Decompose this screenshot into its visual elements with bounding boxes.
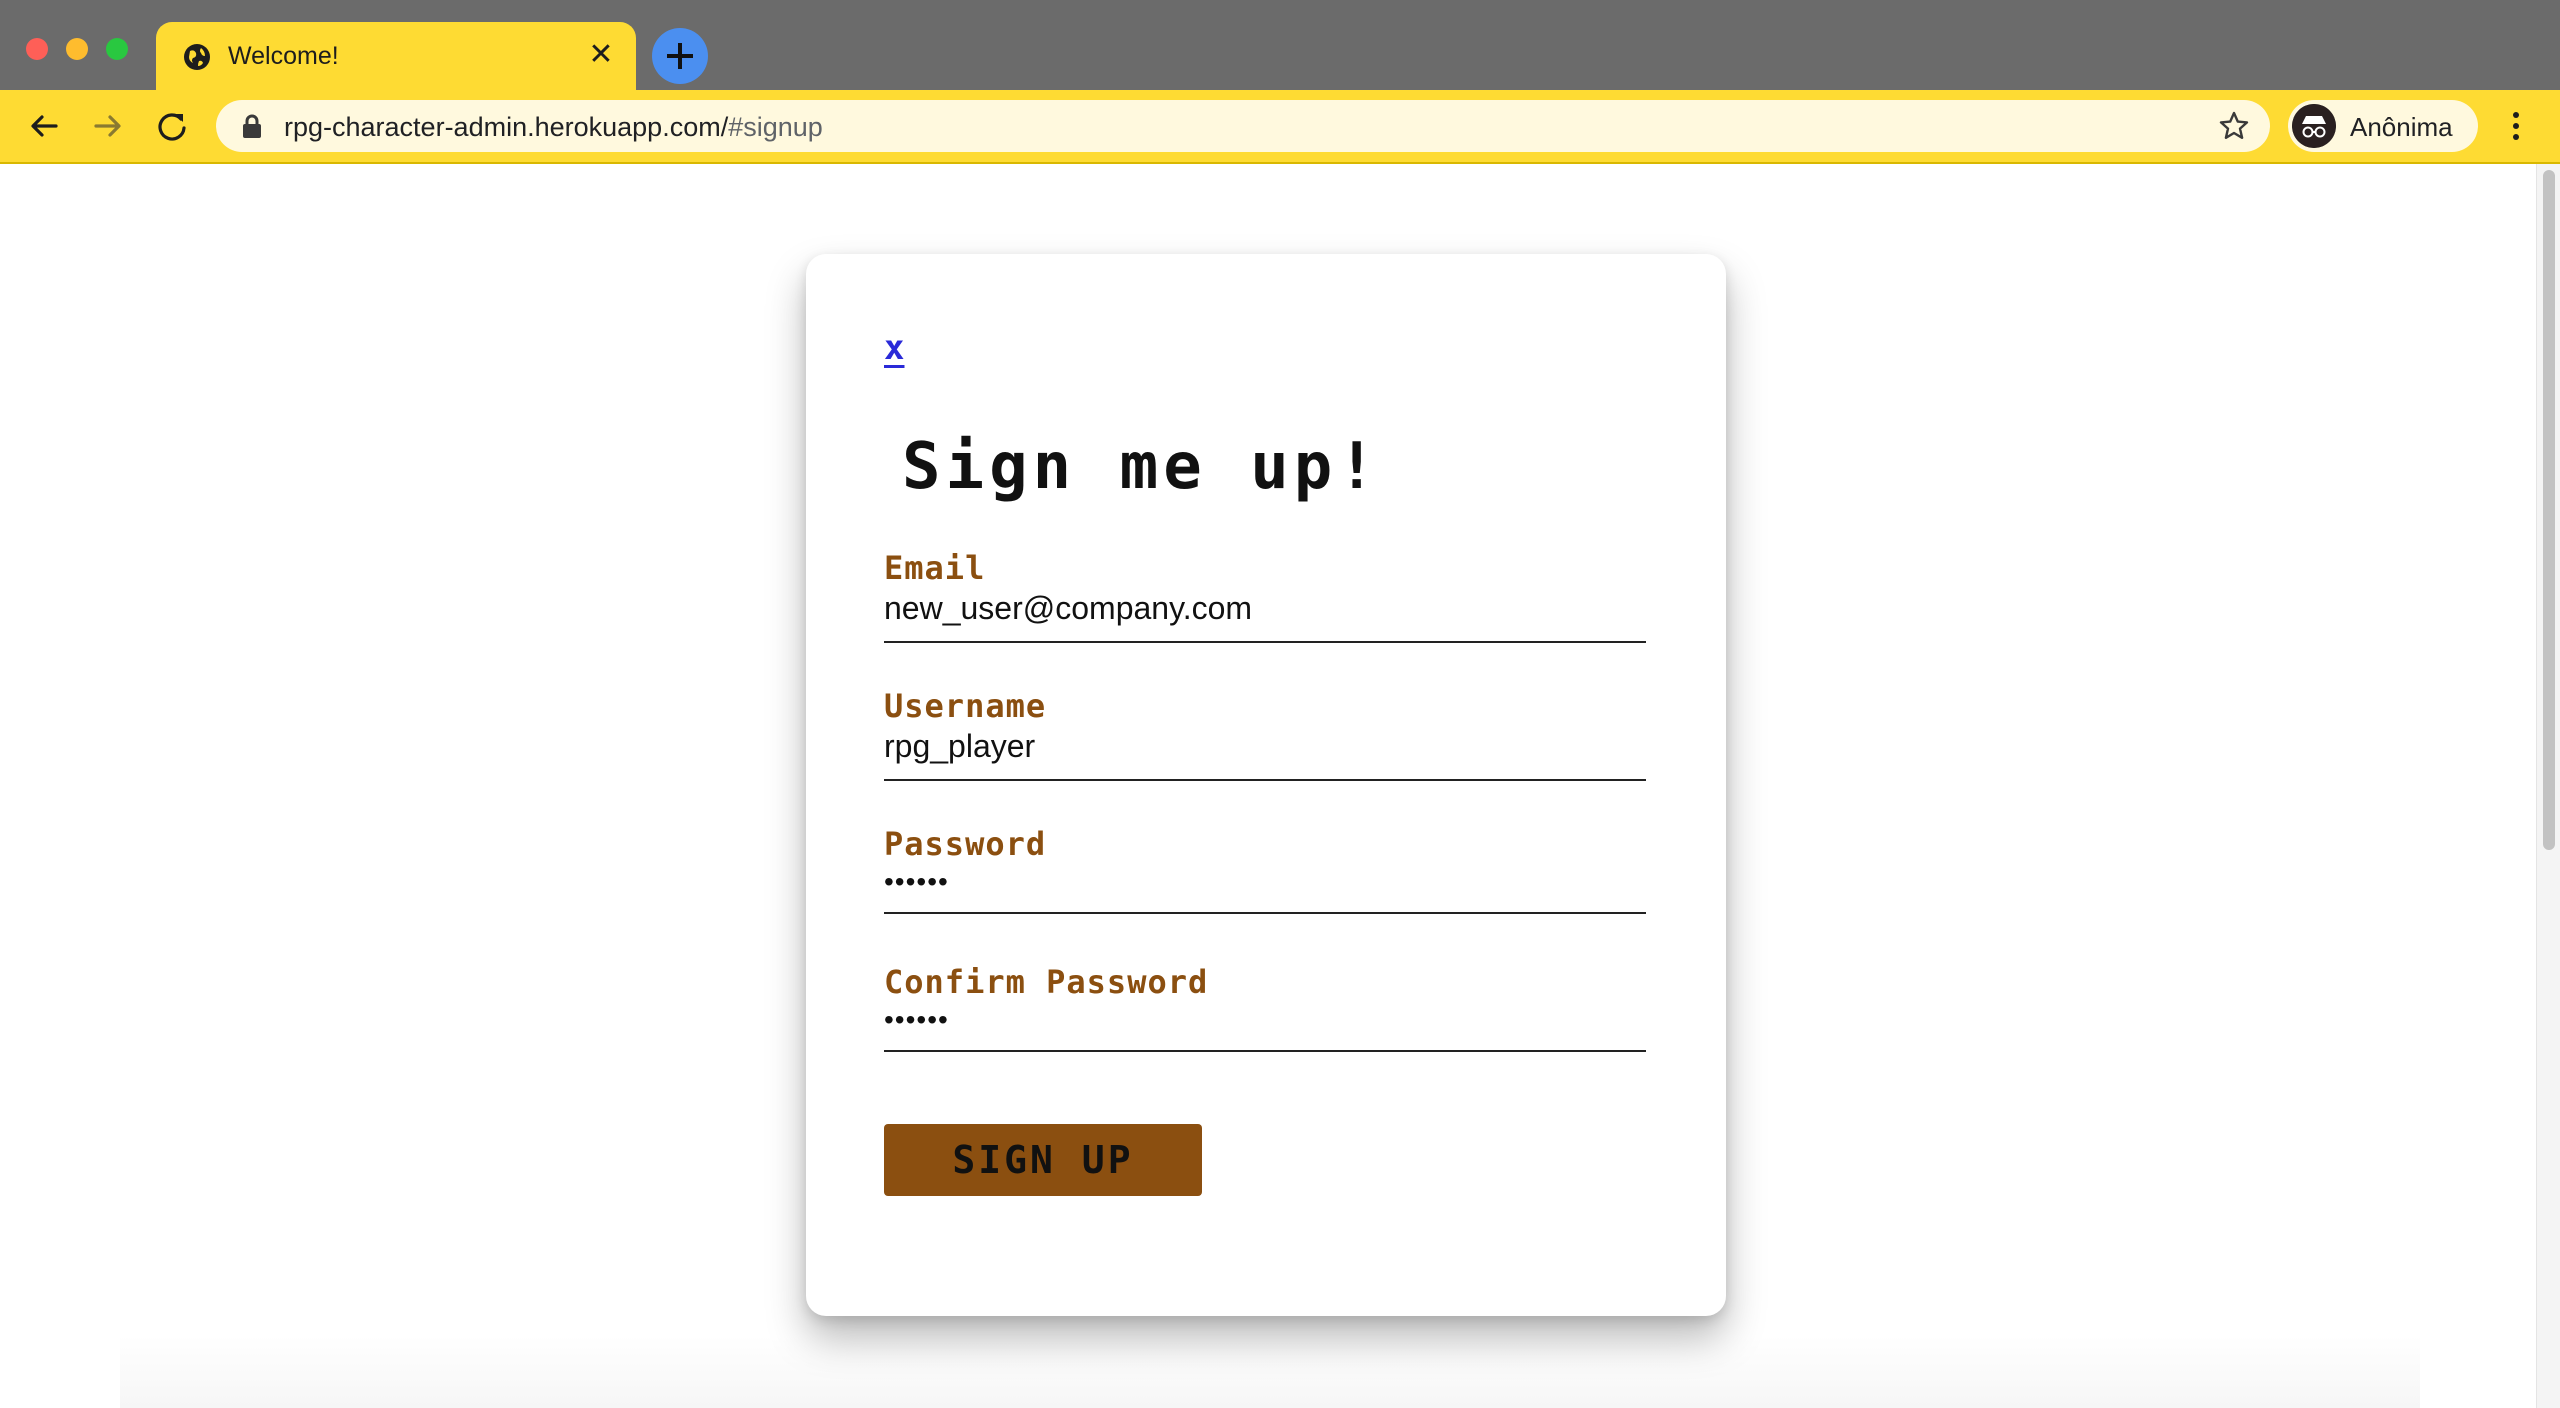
- confirm-password-field[interactable]: [884, 1002, 1646, 1052]
- bookmark-star-icon[interactable]: [2218, 110, 2250, 142]
- zoom-window-button[interactable]: [106, 38, 128, 60]
- browser-toolbar: rpg-character-admin.herokuapp.com/#signu…: [0, 90, 2560, 162]
- page-footer-shadow: [120, 1336, 2420, 1408]
- incognito-icon: [2292, 104, 2336, 148]
- back-arrow-icon[interactable]: [22, 104, 66, 148]
- new-tab-button[interactable]: [652, 28, 708, 84]
- tab-strip: Welcome! ✕: [0, 0, 2560, 90]
- tab-close-icon[interactable]: ✕: [584, 38, 618, 72]
- lock-icon[interactable]: [240, 113, 264, 139]
- password-label: Password: [884, 825, 1047, 863]
- page-title: Sign me up!: [902, 430, 1381, 504]
- globe-icon: [184, 44, 210, 70]
- url-host: rpg-character-admin.herokuapp.com/: [284, 112, 729, 142]
- sign-up-button[interactable]: SIGN UP: [884, 1124, 1202, 1196]
- kebab-menu-icon[interactable]: [2504, 104, 2528, 148]
- email-field-group: Email: [884, 548, 1646, 643]
- signup-card: x Sign me up! Email Username Password Co…: [806, 254, 1726, 1316]
- url-text[interactable]: rpg-character-admin.herokuapp.com/#signu…: [284, 112, 823, 143]
- profile-name: Anônima: [2350, 112, 2453, 142]
- forward-arrow-icon[interactable]: [86, 104, 130, 148]
- vertical-scrollbar[interactable]: [2536, 164, 2560, 1408]
- confirm-password-label: Confirm Password: [884, 963, 1209, 1001]
- confirm-password-field-group: Confirm Password: [884, 962, 1646, 1052]
- plus-icon: [667, 43, 693, 69]
- url-path: #signup: [728, 112, 823, 142]
- username-label: Username: [884, 687, 1047, 725]
- address-bar[interactable]: rpg-character-admin.herokuapp.com/#signu…: [216, 100, 2270, 152]
- profile-button[interactable]: Anônima: [2288, 100, 2478, 152]
- close-link[interactable]: x: [884, 328, 904, 368]
- email-field[interactable]: [884, 588, 1646, 643]
- email-label: Email: [884, 549, 986, 587]
- password-field[interactable]: [884, 864, 1646, 914]
- username-field[interactable]: [884, 726, 1646, 781]
- password-field-group: Password: [884, 824, 1646, 914]
- username-field-group: Username: [884, 686, 1646, 781]
- tab-title: Welcome!: [228, 42, 339, 70]
- browser-tab-active[interactable]: Welcome! ✕: [156, 22, 636, 90]
- minimize-window-button[interactable]: [66, 38, 88, 60]
- reload-icon[interactable]: [150, 104, 194, 148]
- scrollbar-thumb[interactable]: [2543, 170, 2555, 850]
- close-window-button[interactable]: [26, 38, 48, 60]
